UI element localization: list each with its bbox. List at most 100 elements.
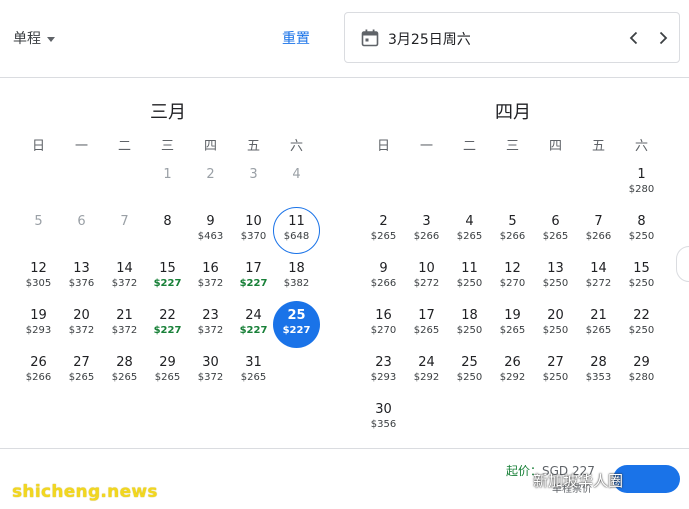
- day-cell[interactable]: 12 $305: [17, 256, 60, 300]
- day-cell[interactable]: 29 $265: [146, 350, 189, 394]
- day-cell[interactable]: 14 $372: [103, 256, 146, 300]
- day-price: $270: [499, 278, 526, 289]
- day-cell[interactable]: 17 $265: [405, 303, 448, 347]
- scroll-next-button[interactable]: [676, 246, 689, 282]
- previous-date-button[interactable]: [622, 26, 646, 50]
- day-number: 11: [461, 261, 478, 276]
- day-cell[interactable]: 23 $293: [362, 350, 405, 394]
- day-cell[interactable]: 31 $265: [232, 350, 275, 394]
- day-cell[interactable]: 17 $227: [232, 256, 275, 300]
- day-cell[interactable]: 2 $265: [362, 209, 405, 253]
- day-cell[interactable]: 24 $292: [405, 350, 448, 394]
- day-cell[interactable]: 11 $250: [448, 256, 491, 300]
- day-price: $250: [542, 278, 569, 289]
- day-cell[interactable]: 19 $265: [491, 303, 534, 347]
- day-cell[interactable]: 13 $376: [60, 256, 103, 300]
- day-cell[interactable]: 6 $265: [534, 209, 577, 253]
- day-price: $463: [197, 231, 224, 242]
- top-bar: 单程 重置 3月25日周六: [0, 0, 689, 78]
- day-number: 22: [633, 308, 650, 323]
- day-cell[interactable]: 9 $463: [189, 209, 232, 253]
- day-price: $370: [240, 231, 267, 242]
- day-cell[interactable]: 20 $372: [60, 303, 103, 347]
- day-cell[interactable]: 8 $250: [620, 209, 663, 253]
- day-cell[interactable]: 7 $266: [577, 209, 620, 253]
- month-title: 三月: [150, 102, 186, 123]
- day-cell[interactable]: 21 $372: [103, 303, 146, 347]
- day-cell[interactable]: 10 $272: [405, 256, 448, 300]
- day-price: $227: [239, 278, 268, 289]
- day-cell[interactable]: 8: [146, 209, 189, 253]
- day-number: 8: [163, 214, 172, 229]
- day-number: 10: [418, 261, 435, 276]
- day-cell[interactable]: 1 $280: [620, 162, 663, 206]
- day-number: 16: [202, 261, 219, 276]
- day-number: 31: [245, 355, 262, 370]
- day-price: $293: [370, 372, 397, 383]
- day-cell[interactable]: 23 $372: [189, 303, 232, 347]
- calendar-icon: [361, 29, 379, 47]
- day-cell[interactable]: 14 $272: [577, 256, 620, 300]
- day-cell[interactable]: 19 $293: [17, 303, 60, 347]
- day-cell[interactable]: 27 $250: [534, 350, 577, 394]
- weekday-label: 三: [505, 139, 519, 154]
- day-cell[interactable]: 9 $266: [362, 256, 405, 300]
- weekday-label: 一: [419, 139, 433, 154]
- day-cell[interactable]: 16 $372: [189, 256, 232, 300]
- day-price: $250: [542, 372, 569, 383]
- date-field[interactable]: 3月25日周六: [344, 12, 680, 63]
- day-cell[interactable]: 24 $227: [232, 303, 275, 347]
- day-cell[interactable]: 30 $356: [362, 397, 405, 441]
- reset-button[interactable]: 重置: [282, 28, 310, 48]
- day-cell[interactable]: 18 $382: [275, 256, 318, 300]
- day-cell[interactable]: 28 $353: [577, 350, 620, 394]
- day-cell[interactable]: 28 $265: [103, 350, 146, 394]
- day-price: $372: [197, 372, 224, 383]
- day-number: 17: [418, 308, 435, 323]
- day-price: $266: [499, 231, 526, 242]
- day-cell[interactable]: 11 $648: [273, 207, 320, 254]
- day-number: 6: [77, 214, 86, 229]
- day-cell[interactable]: 27 $265: [60, 350, 103, 394]
- day-number: 5: [34, 214, 43, 229]
- day-cell[interactable]: 22 $250: [620, 303, 663, 347]
- done-button[interactable]: [613, 465, 680, 493]
- day-cell[interactable]: 18 $250: [448, 303, 491, 347]
- selected-date-text: 3月25日周六: [388, 32, 471, 48]
- day-cell[interactable]: 21 $265: [577, 303, 620, 347]
- day-price: $265: [499, 325, 526, 336]
- day-number: 23: [202, 308, 219, 323]
- day-price: $265: [542, 231, 569, 242]
- day-cell[interactable]: 29 $280: [620, 350, 663, 394]
- day-number: 18: [288, 261, 305, 276]
- day-cell[interactable]: 12 $270: [491, 256, 534, 300]
- day-cell[interactable]: 15 $250: [620, 256, 663, 300]
- day-cell: 7: [103, 209, 146, 253]
- day-cell[interactable]: 25 $250: [448, 350, 491, 394]
- day-cell[interactable]: 26 $292: [491, 350, 534, 394]
- day-number: 7: [594, 214, 603, 229]
- day-cell[interactable]: 20 $250: [534, 303, 577, 347]
- day-cell[interactable]: 4 $265: [448, 209, 491, 253]
- day-cell[interactable]: 13 $250: [534, 256, 577, 300]
- day-number: 5: [508, 214, 517, 229]
- day-cell[interactable]: 5 $266: [491, 209, 534, 253]
- next-date-button[interactable]: [651, 26, 675, 50]
- day-cell[interactable]: 15 $227: [146, 256, 189, 300]
- day-number: 7: [120, 214, 129, 229]
- day-cell[interactable]: 10 $370: [232, 209, 275, 253]
- watermark-site: shicheng.news: [12, 482, 158, 502]
- day-price: $356: [370, 419, 397, 430]
- day-price: $265: [111, 372, 138, 383]
- day-cell[interactable]: 3 $266: [405, 209, 448, 253]
- day-cell[interactable]: 26 $266: [17, 350, 60, 394]
- day-cell[interactable]: 22 $227: [146, 303, 189, 347]
- day-price: $250: [456, 278, 483, 289]
- day-cell[interactable]: 25 $227: [273, 301, 320, 348]
- day-cell[interactable]: 16 $270: [362, 303, 405, 347]
- day-cell[interactable]: 30 $372: [189, 350, 232, 394]
- day-number: 14: [116, 261, 133, 276]
- day-price: $266: [25, 372, 52, 383]
- trip-type-dropdown[interactable]: 单程: [13, 28, 55, 48]
- day-price: $227: [153, 278, 182, 289]
